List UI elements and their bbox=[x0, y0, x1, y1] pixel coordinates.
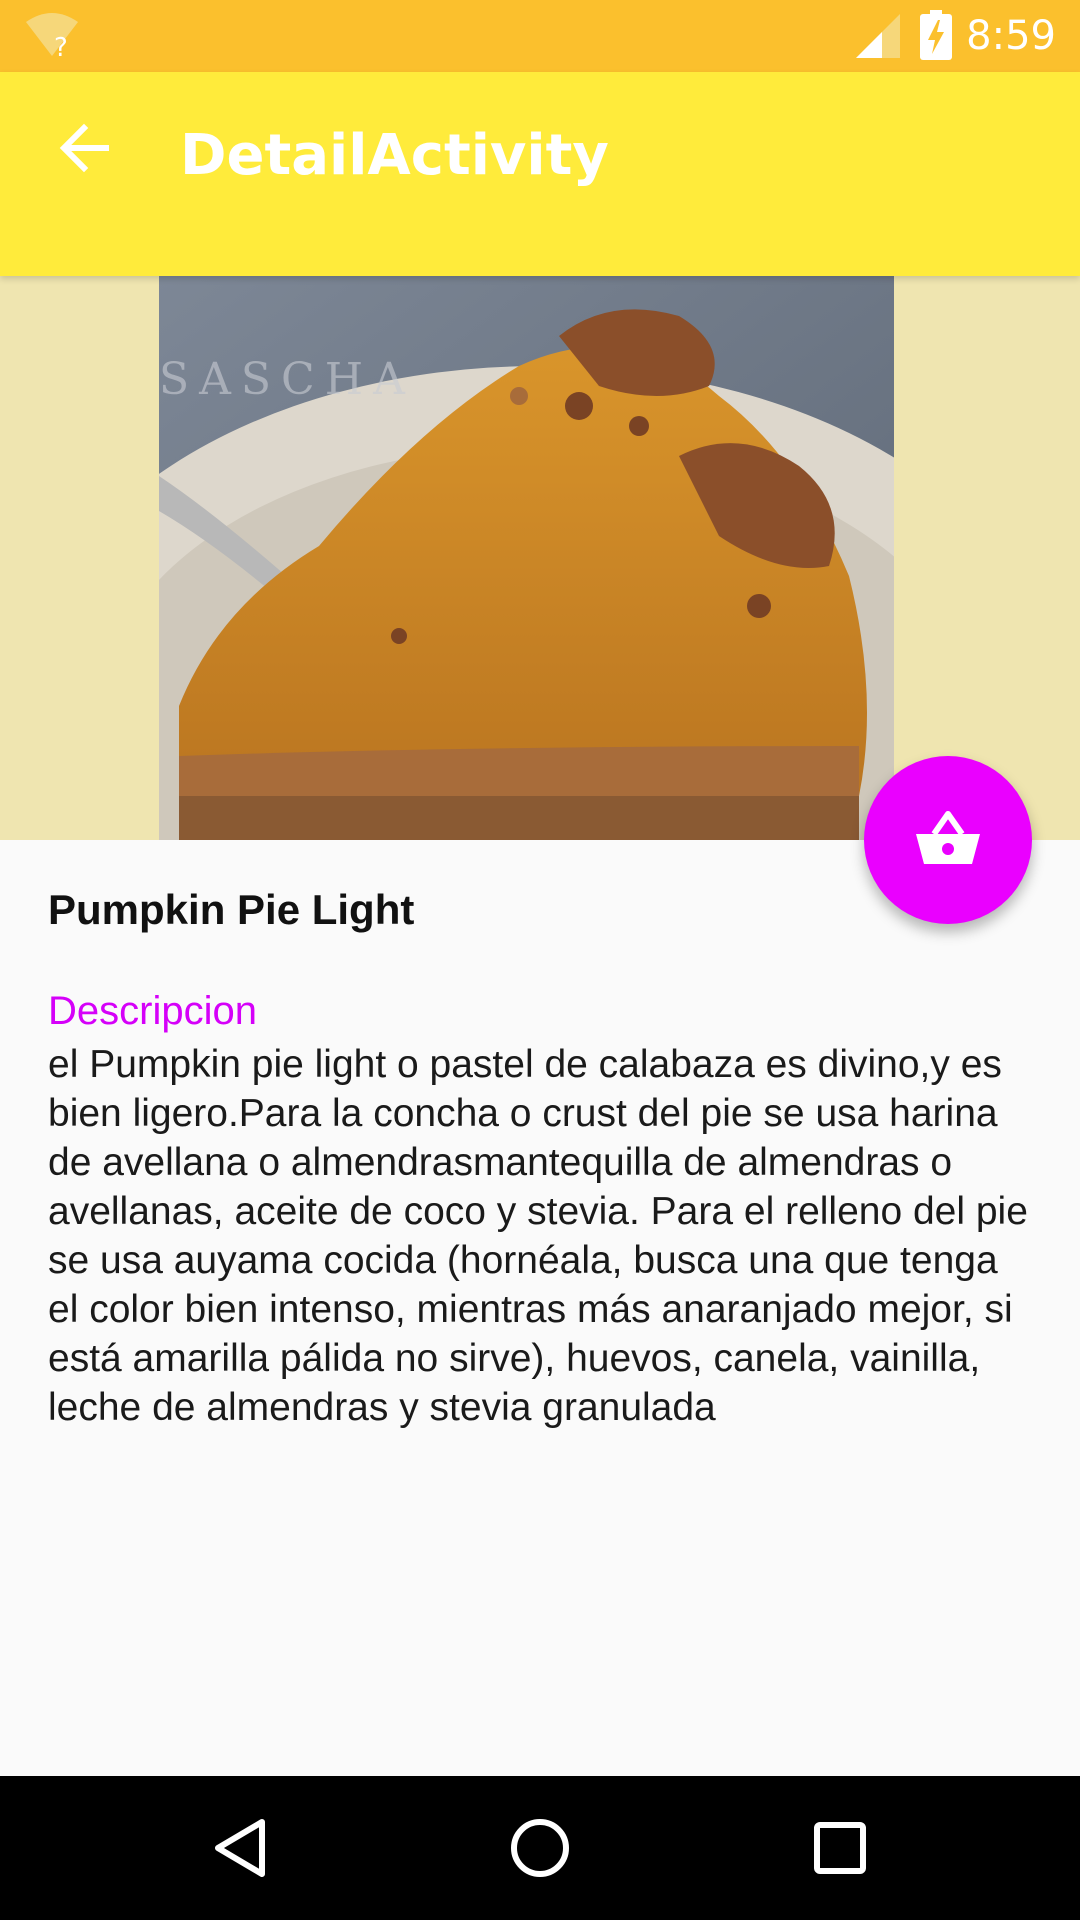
nav-home-button[interactable] bbox=[498, 1808, 582, 1892]
nav-back-button[interactable] bbox=[198, 1808, 282, 1892]
nav-back-icon bbox=[210, 1816, 270, 1884]
shopping-basket-icon bbox=[912, 808, 984, 872]
nav-recents-icon bbox=[812, 1820, 868, 1880]
app-bar: DetailActivity bbox=[0, 72, 1080, 276]
system-nav-bar bbox=[0, 1776, 1080, 1920]
recipe-image: SASCHA bbox=[159, 276, 894, 840]
battery-charging-icon bbox=[920, 10, 952, 64]
back-button[interactable] bbox=[44, 110, 124, 190]
wifi-unknown-icon: ? bbox=[24, 12, 80, 64]
description-label: Descripcion bbox=[48, 989, 257, 1033]
hero-section: SASCHA bbox=[0, 276, 1080, 840]
svg-text:SASCHA: SASCHA bbox=[159, 354, 415, 405]
description-text: el Pumpkin pie light o pastel de calabaz… bbox=[48, 1043, 1028, 1429]
status-bar: ? 8:59 bbox=[0, 0, 1080, 72]
svg-text:?: ? bbox=[54, 33, 68, 60]
nav-recents-button[interactable] bbox=[798, 1808, 882, 1892]
status-time: 8:59 bbox=[966, 13, 1056, 59]
arrow-back-icon bbox=[58, 122, 110, 178]
recipe-details: Pumpkin Pie Light Descripcion el Pumpkin… bbox=[48, 880, 1028, 1432]
add-to-cart-fab[interactable] bbox=[864, 756, 1032, 924]
app-title: DetailActivity bbox=[180, 123, 609, 188]
cell-signal-icon bbox=[856, 14, 900, 62]
nav-home-icon bbox=[508, 1816, 572, 1884]
